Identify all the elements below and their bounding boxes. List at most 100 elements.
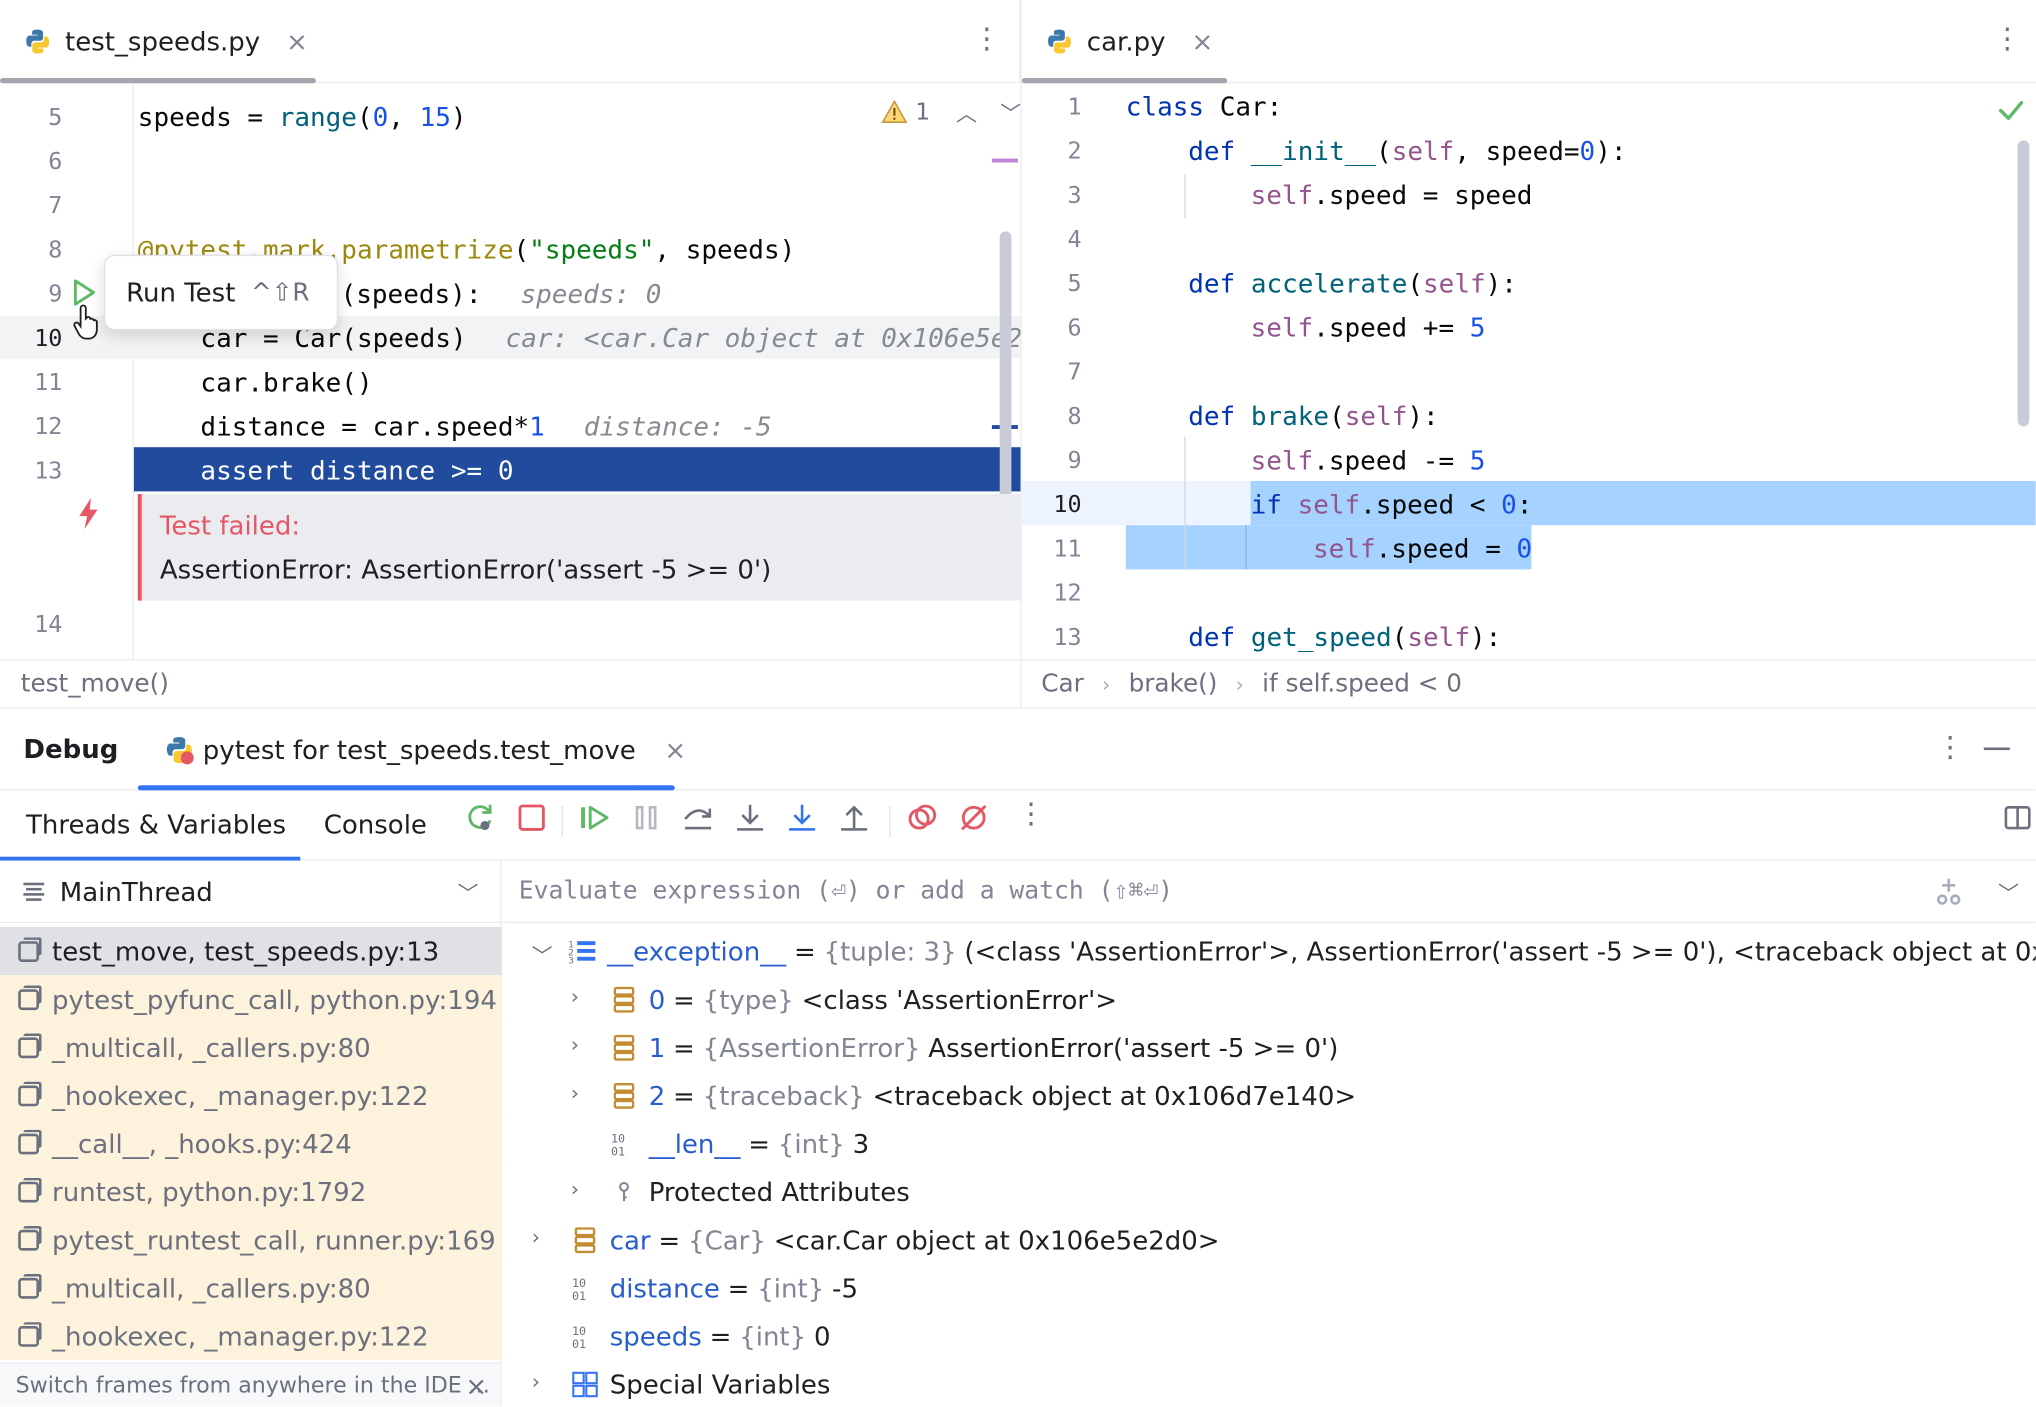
frame-item[interactable]: _hookexec, _manager.py:122	[0, 1071, 502, 1120]
evaluate-expression-bar[interactable]: Evaluate expression (⏎) or add a watch (…	[503, 861, 2036, 923]
frame-icon	[18, 1273, 42, 1299]
tooltip-label: Run Test	[126, 276, 236, 309]
chevron-right-icon[interactable]: ›	[532, 1225, 540, 1250]
run-test-tooltip[interactable]: Run Test ^⇧R	[104, 254, 338, 331]
object-icon	[613, 1034, 635, 1061]
frame-item[interactable]: _multicall, _callers.py:80	[0, 1263, 502, 1312]
chevron-right-icon[interactable]: ›	[571, 1177, 579, 1202]
indent-guide	[1184, 436, 1186, 570]
close-icon[interactable]: ×	[286, 26, 308, 57]
step-into-icon[interactable]	[733, 801, 767, 835]
svg-text:01: 01	[611, 1144, 625, 1158]
python-file-icon	[1048, 29, 1071, 54]
code-line-2: def __init__(self, speed=0):	[1188, 135, 1627, 167]
test-failed-title: Test failed:	[159, 509, 301, 541]
tab-console[interactable]: Console	[324, 809, 427, 840]
close-icon[interactable]: ×	[465, 1370, 487, 1401]
variable-row[interactable]: car = {Car} <car.Car object at 0x106e5e2d0>	[571, 1216, 1220, 1264]
resume-icon[interactable]	[577, 801, 611, 835]
close-icon[interactable]: ×	[664, 734, 686, 765]
line-number: 7	[1067, 358, 1082, 387]
debug-tool-window-header: Debug pytest for test_speeds.test_move ×…	[0, 707, 2036, 791]
evaluate-expression-input[interactable]: Evaluate expression (⏎) or add a watch (…	[519, 876, 1173, 905]
object-icon	[613, 1082, 635, 1109]
stop-icon[interactable]	[515, 801, 549, 835]
frame-item[interactable]: _multicall, _callers.py:80	[0, 1023, 502, 1072]
frame-label: pytest_pyfunc_call, python.py:194	[52, 983, 497, 1015]
thread-selector[interactable]: MainThread ﹀	[0, 861, 501, 923]
chevron-right-icon[interactable]: ›	[532, 1369, 540, 1394]
variable-row[interactable]: 1 = {AssertionError} AssertionError('assert…	[610, 1023, 1338, 1071]
chevron-down-icon[interactable]: ﹀	[532, 939, 553, 970]
variable-row[interactable]: 10 01 __len__ = {int} 3	[610, 1119, 869, 1167]
grid-icon	[572, 1371, 598, 1397]
variable-row[interactable]: 10 01 distance = {int} -5	[571, 1264, 858, 1312]
rerun-icon[interactable]	[463, 801, 497, 835]
inspection-widget[interactable]: 1 ︿ ﹀	[881, 96, 1021, 127]
scrollbar-thumb[interactable]	[999, 231, 1012, 539]
no-problems-check-icon[interactable]	[1998, 99, 2024, 122]
step-over-icon[interactable]	[681, 801, 715, 835]
more-options-icon[interactable]: ⋮	[1936, 732, 1965, 765]
code-line-5: speeds = range(0, 15)	[137, 101, 467, 133]
more-options-icon[interactable]: ⋮	[1993, 25, 2022, 55]
frames-hint: Switch frames from anywhere in the IDE .…	[15, 1372, 490, 1399]
variable-type: {Car}	[688, 1223, 766, 1256]
layout-icon[interactable]	[2001, 801, 2035, 835]
chevron-right-icon[interactable]: ›	[571, 1080, 579, 1105]
breadcrumb-item[interactable]: test_move()	[21, 670, 169, 699]
variable-name: 0	[648, 983, 666, 1015]
debug-session-tab[interactable]: pytest for test_speeds.test_move ×	[164, 709, 686, 791]
frame-item[interactable]: pytest_pyfunc_call, python.py:194	[0, 974, 502, 1024]
error-stripe-marker[interactable]	[991, 158, 1018, 163]
frame-item[interactable]: _hookexec, _manager.py:122	[0, 1311, 502, 1360]
chevron-right-icon[interactable]: ›	[571, 1032, 579, 1057]
more-options-icon[interactable]: ⋮	[972, 25, 1001, 55]
list-icon: 123	[568, 940, 596, 965]
frame-item[interactable]: pytest_runtest_call, runner.py:169	[0, 1215, 502, 1264]
tab-threads-variables[interactable]: Threads & Variables	[26, 809, 286, 840]
variable-row[interactable]: 0 = {type} <class 'AssertionError'>	[610, 975, 1117, 1023]
line-number: 12	[1053, 579, 1082, 608]
chevron-down-icon[interactable]: ﹀	[1998, 876, 2019, 907]
group-label: Special Variables	[609, 1368, 831, 1400]
tab-label: car.py	[1086, 26, 1166, 58]
variable-row[interactable]: Protected Attributes	[610, 1167, 910, 1215]
frame-item[interactable]: __call__, _hooks.py:424	[0, 1119, 502, 1168]
frame-icon	[18, 1321, 42, 1347]
line-number: 12	[34, 413, 63, 441]
left-breadcrumb[interactable]: test_move()	[21, 660, 169, 707]
code-line-13: assert distance >= 0	[137, 454, 514, 487]
minimize-icon[interactable]	[1983, 747, 2010, 751]
variable-row[interactable]: 123 __exception__ = {tuple: 3} (<class 'Ass…	[568, 927, 2036, 975]
previous-highlight-icon[interactable]: ︿	[956, 96, 977, 127]
variable-row[interactable]: 10 01 speeds = {int} 0	[571, 1312, 831, 1360]
more-options-icon[interactable]: ⋮	[1017, 798, 1046, 831]
step-out-icon[interactable]	[837, 801, 871, 835]
frame-icon	[18, 1080, 42, 1106]
breadcrumb-item[interactable]: brake()	[1129, 670, 1218, 699]
frame-item[interactable]: test_move, test_speeds.py:13	[0, 926, 502, 975]
chevron-right-icon[interactable]: ›	[571, 984, 579, 1009]
chevron-down-icon[interactable]: ﹀	[458, 876, 479, 907]
variable-value: 0	[813, 1320, 831, 1352]
tab-car[interactable]: car.py ×	[1045, 0, 1213, 83]
variable-row[interactable]: 2 = {traceback} <traceback object at 0x106d…	[610, 1071, 1356, 1119]
step-into-my-code-icon[interactable]	[785, 801, 819, 835]
close-icon[interactable]: ×	[1191, 26, 1213, 57]
variable-row[interactable]: Special Variables	[571, 1360, 831, 1407]
pause-icon[interactable]	[629, 801, 663, 835]
frames-hint-banner: Switch frames from anywhere in the IDE .…	[0, 1362, 501, 1407]
right-breadcrumb[interactable]: Car › brake() › if self.speed < 0	[1041, 660, 1462, 707]
scrollbar-thumb[interactable]	[2017, 140, 2030, 427]
next-highlight-icon[interactable]: ﹀	[1000, 96, 1021, 127]
breadcrumb-item[interactable]: if self.speed < 0	[1262, 670, 1462, 699]
mute-breakpoints-icon[interactable]	[957, 801, 991, 835]
line-number: 14	[34, 611, 63, 639]
frame-item[interactable]: runtest, python.py:1792	[0, 1167, 502, 1216]
pytest-icon	[166, 736, 194, 764]
add-watch-icon[interactable]	[1933, 876, 1964, 907]
breadcrumb-item[interactable]: Car	[1041, 670, 1084, 699]
view-breakpoints-icon[interactable]	[905, 801, 939, 835]
tab-test-speeds[interactable]: test_speeds.py ×	[23, 0, 308, 83]
